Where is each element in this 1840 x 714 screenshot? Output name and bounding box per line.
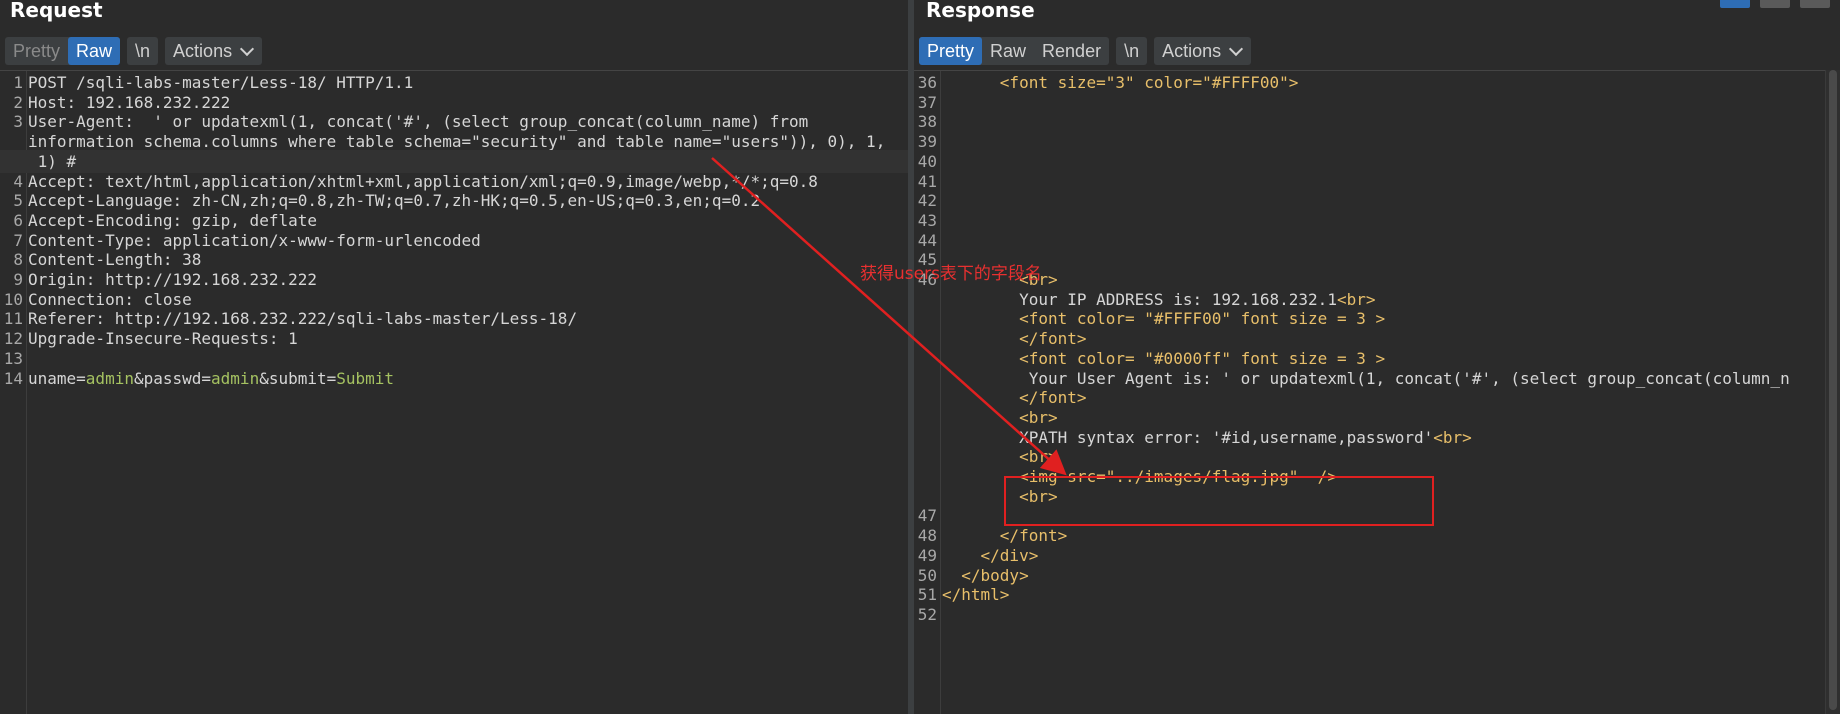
request-editor[interactable]: 1 POST /sqli-labs-master/Less-18/ HTTP/1.… — [0, 70, 908, 714]
request-newline-toggle[interactable]: \n — [127, 37, 159, 65]
html-tag: <br> — [1336, 289, 1376, 309]
request-view-toggle: Pretty Raw — [5, 37, 121, 65]
body-param-part: &submit= — [259, 368, 337, 388]
response-pretty-tab[interactable]: Pretty — [919, 37, 983, 65]
html-tag: </html> — [942, 585, 1010, 605]
body-param-part: &passwd= — [133, 368, 212, 388]
request-raw-tab[interactable]: Raw — [68, 37, 121, 65]
response-toolbar: Pretty Raw Render \n Actions — [919, 36, 1252, 66]
html-text: XPATH syntax error: '#id,username,passwo… — [1019, 427, 1434, 447]
html-text: Your IP ADDRESS is: 192.168.232.1 — [1019, 289, 1337, 309]
response-actions-label: Actions — [1162, 40, 1222, 61]
body-param-part: admin — [85, 368, 134, 388]
burp-repeater-view: Request Pretty Raw \n Actions 1 POST /sql… — [0, 0, 1840, 714]
code-text: uname=admin&passwd=admin&submit=Submit — [28, 367, 394, 390]
chevron-down-icon — [1229, 41, 1244, 56]
html-tag: <font color= "#0000ff" font size = 3 > — [1019, 348, 1386, 368]
html-tag: </body> — [961, 565, 1029, 585]
html-tag: <font size="3" color="#FFFF00"> — [999, 73, 1299, 92]
response-pane: Response Pretty Raw Render \n Actions 36… — [914, 0, 1840, 714]
layout-horizontal-icon[interactable] — [1760, 0, 1790, 8]
response-editor[interactable]: 36 <font size="3" color="#FFFF00"> 37 38 39… — [914, 70, 1840, 714]
code-line: 14 uname=admin&passwd=admin&submit=Submit — [0, 367, 908, 390]
request-toolbar: Pretty Raw \n Actions — [5, 36, 263, 66]
html-tag: </font> — [1019, 388, 1087, 408]
html-tag: <br> — [1019, 407, 1058, 427]
request-title: Request — [10, 0, 103, 22]
highlight-box — [1004, 476, 1434, 526]
response-render-tab[interactable]: Render — [1034, 37, 1109, 65]
body-param-part: uname= — [28, 368, 86, 388]
response-newline-toggle[interactable]: \n — [1116, 37, 1148, 65]
layout-split-icon[interactable] — [1720, 0, 1750, 8]
html-tag: <br> — [1433, 427, 1472, 447]
html-tag: <font color= "#FFFF00" font size = 3 > — [1019, 309, 1386, 329]
request-pane: Request Pretty Raw \n Actions 1 POST /sql… — [0, 0, 908, 714]
annotation-note: 获得users表下的字段名 — [860, 264, 1042, 284]
layout-buttons — [1720, 0, 1830, 8]
line-number: 52 — [917, 604, 937, 624]
response-scrollbar[interactable] — [1825, 70, 1840, 714]
request-actions-menu[interactable]: Actions — [165, 37, 263, 65]
html-tag: </font> — [1019, 329, 1087, 349]
chevron-down-icon — [240, 41, 255, 56]
html-tag: </font> — [999, 526, 1068, 546]
code-line: 52 — [914, 603, 1840, 626]
request-pretty-tab[interactable]: Pretty — [5, 37, 68, 65]
response-title: Response — [926, 0, 1035, 22]
response-raw-tab[interactable]: Raw — [982, 37, 1034, 65]
scrollbar-thumb[interactable] — [1829, 70, 1837, 710]
response-actions-menu[interactable]: Actions — [1154, 37, 1252, 65]
html-tag: <br> — [1019, 447, 1058, 467]
request-actions-label: Actions — [173, 40, 233, 61]
html-tag: </div> — [980, 545, 1039, 565]
body-param-part: admin — [211, 368, 260, 388]
layout-vertical-icon[interactable] — [1800, 0, 1830, 8]
drag-handle-icon[interactable]: ⋮ — [909, 362, 923, 386]
line-number: 14 — [3, 368, 23, 388]
body-param-part: Submit — [336, 368, 395, 388]
html-text: Your User Agent is: ' or updatexml(1, co… — [1028, 368, 1790, 388]
response-view-toggle: Pretty Raw Render — [919, 37, 1110, 65]
